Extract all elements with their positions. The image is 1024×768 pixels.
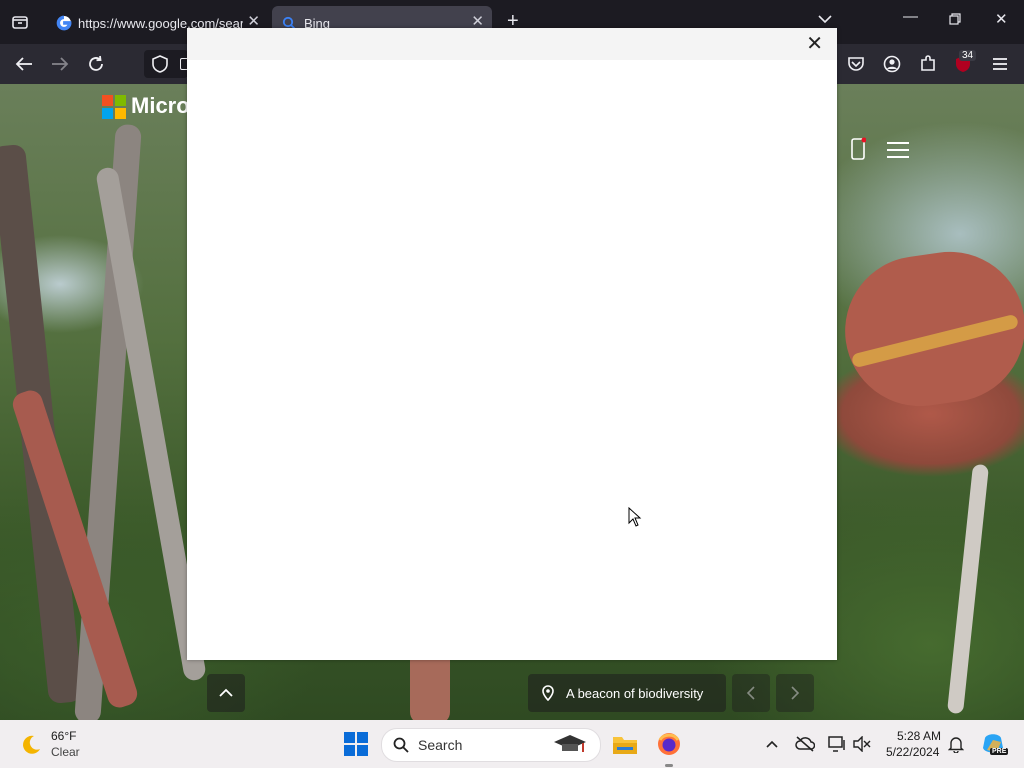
tab-list-icon[interactable] [10,12,30,32]
chevron-left-icon [746,686,755,700]
clock-time[interactable]: 5:28 AM [897,729,941,743]
menu-hamburger-icon[interactable] [990,54,1010,74]
scroll-up-button[interactable] [207,674,245,712]
windows-start-icon[interactable] [344,732,368,756]
back-arrow-icon[interactable] [14,54,34,74]
image-caption-text: A beacon of biodiversity [566,685,704,701]
active-app-indicator [665,764,673,767]
hamburger-menu-icon[interactable] [884,138,912,162]
url-bar[interactable] [144,50,190,78]
weather-temperature[interactable]: 66°F [51,729,76,743]
location-pin-icon [542,685,554,701]
image-caption-button[interactable]: A beacon of biodiversity [528,674,726,712]
search-icon [392,736,410,754]
previous-image-button[interactable] [732,674,770,712]
close-dialog-icon[interactable]: ✕ [806,33,823,55]
copilot-preview-badge: PRE [990,748,1009,755]
tab-overflow-chevron-icon[interactable] [818,11,832,28]
notification-bell-icon[interactable] [946,734,966,754]
chevron-up-icon [219,688,233,697]
mouse-cursor-icon [628,506,642,527]
show-hidden-icons-chevron-icon[interactable] [763,735,781,753]
file-explorer-icon[interactable] [612,732,638,756]
reload-icon[interactable] [86,54,106,74]
account-icon[interactable] [882,54,902,74]
close-window-icon[interactable]: ✕ [995,10,1008,28]
tree-trunk [946,463,990,715]
dialog-header [187,28,837,60]
minimize-icon[interactable]: — [903,8,918,25]
extension-badge: 34 [959,50,977,61]
forward-arrow-icon[interactable] [50,54,70,74]
firefox-icon[interactable] [656,731,682,757]
windows-taskbar: 66°F Clear Search 5:28 AM 5/22/2024 PRE [0,720,1024,768]
pocket-icon[interactable] [846,54,866,74]
onedrive-offline-icon[interactable] [794,734,816,754]
moon-weather-icon[interactable] [18,732,44,758]
network-monitor-icon[interactable] [827,734,847,754]
tracking-shield-icon[interactable] [150,54,170,74]
search-placeholder: Search [418,737,463,753]
rewards-icon[interactable] [848,136,868,162]
popup-dialog: ✕ [187,28,837,660]
clock-date[interactable]: 5/22/2024 [886,745,939,759]
next-image-button[interactable] [776,674,814,712]
graduation-cap-icon [550,731,590,759]
google-icon [56,15,72,31]
chevron-right-icon [791,686,800,700]
extensions-puzzle-icon[interactable] [918,54,938,74]
weather-description[interactable]: Clear [51,745,80,759]
taskbar-search-box[interactable]: Search [381,728,601,762]
restore-icon[interactable] [949,12,961,29]
volume-muted-icon[interactable] [852,734,872,754]
microsoft-logo-icon [102,95,126,119]
